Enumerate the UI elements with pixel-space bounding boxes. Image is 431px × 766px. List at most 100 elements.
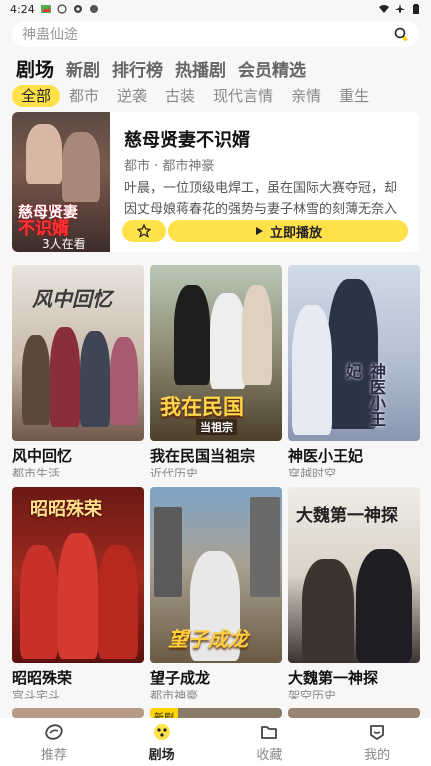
drama-poster[interactable] — [12, 708, 144, 718]
drama-genre: 宫斗宅斗 — [12, 689, 61, 699]
poster-figure — [58, 533, 98, 659]
drama-card[interactable]: 新剧 — [150, 708, 282, 718]
drama-genre: 近代历史 — [150, 467, 199, 477]
drama-poster-title: 风中回忆 — [32, 287, 112, 311]
drama-title: 神医小王妃 — [288, 447, 364, 465]
drama-poster-subtitle: 当祖宗 — [196, 419, 237, 435]
category-filter: 全部 都市 逆袭 古装 现代言情 亲情 重生 — [12, 85, 431, 107]
category-costume[interactable]: 古装 — [156, 85, 204, 107]
status-bar: 4:24 — [0, 0, 431, 18]
poster-figure — [210, 293, 246, 389]
poster-figure — [50, 327, 80, 427]
star-icon — [137, 224, 151, 238]
poster-figure — [26, 124, 62, 184]
drama-poster[interactable]: 风中回忆 — [12, 265, 144, 441]
image-notification-icon — [40, 5, 51, 13]
drama-poster-title: 昭昭殊荣 — [30, 499, 102, 520]
poster-building — [250, 497, 280, 597]
app-notification-icon — [57, 4, 67, 14]
drama-title: 我在民国当祖宗 — [150, 447, 256, 465]
main-tabs: 剧场 新剧 排行榜 热播剧 会员精选 — [16, 54, 306, 82]
status-time: 4:24 — [10, 2, 35, 16]
drama-poster-title: 大魏第一神探 — [296, 506, 398, 526]
drama-card[interactable] — [12, 708, 144, 718]
poster-figure — [356, 549, 412, 663]
drama-poster[interactable]: 大魏第一神探 — [288, 487, 420, 663]
drama-title: 大魏第一神探 — [288, 669, 379, 687]
category-urban[interactable]: 都市 — [60, 85, 108, 107]
nav-favorites[interactable]: 收藏 — [216, 718, 324, 766]
wifi-icon — [379, 5, 389, 13]
theater-icon — [153, 723, 170, 740]
play-now-label: 立即播放 — [269, 225, 322, 241]
drama-card[interactable]: 望子成龙 望子成龙 都市神豪 — [150, 487, 282, 699]
tab-trending[interactable]: 热播剧 — [175, 56, 226, 81]
poster-figure — [292, 305, 332, 435]
drama-card[interactable]: 神医小王妃 神医小王妃 穿越时空 — [288, 265, 420, 477]
featured-tags: 都市 · 都市神豪 — [124, 159, 215, 174]
new-badge: 新剧 — [150, 708, 178, 718]
nav-profile-label: 我的 — [364, 747, 391, 763]
drama-poster-title: 神医小王妃 — [343, 363, 386, 427]
featured-title: 慈母贤妻不识婿 — [124, 130, 250, 151]
bottom-nav: 推荐 剧场 收藏 我的 — [0, 718, 431, 766]
category-rebirth[interactable]: 重生 — [330, 85, 378, 107]
featured-poster-title: 慈母贤妻 不识婿 — [18, 203, 79, 239]
poster-figure — [62, 132, 100, 202]
drama-poster[interactable]: 神医小王妃 — [288, 265, 420, 441]
category-comeback[interactable]: 逆袭 — [108, 85, 156, 107]
drama-genre: 穿越时空 — [288, 467, 337, 477]
profile-icon — [370, 724, 385, 740]
nav-recommend[interactable]: 推荐 — [0, 718, 108, 766]
poster-building — [154, 507, 182, 597]
nav-favorites-label: 收藏 — [256, 747, 283, 763]
drama-poster-title: 我在民国 — [160, 395, 244, 419]
play-icon — [255, 227, 263, 235]
featured-drama-card[interactable]: 慈母贤妻 不识婿 3人在看 慈母贤妻不识婿 都市 · 都市神豪 叶晨，一位顶级电… — [12, 112, 419, 252]
poster-figure — [98, 545, 138, 659]
recommend-icon — [45, 723, 63, 740]
tab-ranking[interactable]: 排行榜 — [112, 56, 163, 81]
drama-poster[interactable]: 新剧 — [150, 708, 282, 718]
play-now-button[interactable]: 立即播放 — [168, 220, 408, 242]
drama-title: 风中回忆 — [12, 447, 73, 465]
drama-card[interactable]: 昭昭殊荣 昭昭殊荣 宫斗宅斗 — [12, 487, 144, 699]
drama-poster[interactable]: 我在民国 当祖宗 — [150, 265, 282, 441]
drama-poster[interactable] — [288, 708, 420, 718]
drama-title: 昭昭殊荣 — [12, 669, 73, 687]
category-modern-romance[interactable]: 现代言情 — [204, 85, 282, 107]
category-all[interactable]: 全部 — [12, 85, 61, 107]
search-icon[interactable] — [393, 26, 409, 42]
battery-icon — [413, 4, 419, 14]
drama-genre: 架空历史 — [288, 689, 337, 699]
poster-figure — [174, 285, 210, 385]
nav-profile[interactable]: 我的 — [323, 718, 431, 766]
drama-genre: 都市神豪 — [150, 689, 199, 699]
poster-figure — [302, 559, 354, 663]
drama-card[interactable]: 大魏第一神探 大魏第一神探 架空历史 — [288, 487, 420, 699]
nav-recommend-label: 推荐 — [40, 747, 67, 763]
drama-card[interactable] — [288, 708, 420, 718]
featured-poster[interactable]: 慈母贤妻 不识婿 3人在看 — [12, 112, 110, 252]
drama-card[interactable]: 我在民国 当祖宗 我在民国当祖宗 近代历史 — [150, 265, 282, 477]
drama-poster[interactable]: 望子成龙 — [150, 487, 282, 663]
category-family[interactable]: 亲情 — [282, 85, 330, 107]
drama-card[interactable]: 风中回忆 风中回忆 都市生活 — [12, 265, 144, 477]
viewer-count: 3人在看 — [42, 237, 86, 251]
favorite-button[interactable] — [122, 220, 166, 242]
drama-poster[interactable]: 昭昭殊荣 — [12, 487, 144, 663]
drama-title: 望子成龙 — [150, 669, 211, 687]
poster-figure — [22, 335, 50, 425]
search-placeholder: 神蛊仙途 — [22, 27, 78, 43]
dot-notification-icon — [89, 5, 98, 13]
tab-theater[interactable]: 剧场 — [16, 55, 54, 82]
tab-member-picks[interactable]: 会员精选 — [238, 56, 306, 81]
poster-figure — [110, 337, 138, 425]
nav-theater-label: 剧场 — [148, 747, 175, 763]
search-bar[interactable]: 神蛊仙途 — [12, 21, 419, 47]
airplane-mode-icon — [395, 4, 405, 13]
poster-figure — [242, 285, 272, 385]
nav-theater[interactable]: 剧场 — [108, 718, 216, 766]
poster-figure — [80, 331, 110, 427]
tab-new-dramas[interactable]: 新剧 — [66, 56, 100, 81]
